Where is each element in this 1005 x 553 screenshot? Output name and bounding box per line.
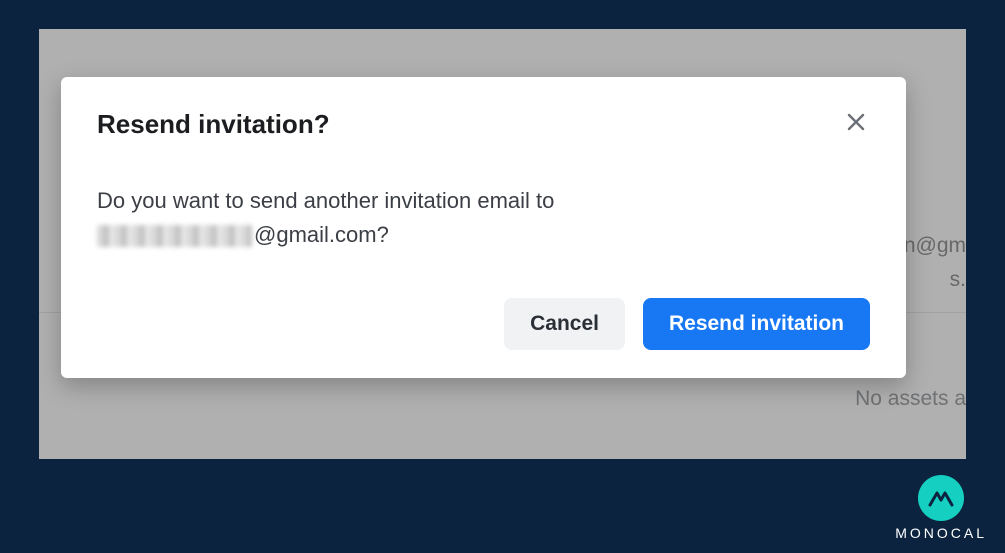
dialog-title: Resend invitation?: [97, 109, 330, 140]
redacted-email-local-part: [97, 225, 252, 247]
app-frame: n@gm s. No assets a Resend invitation? D…: [39, 29, 966, 459]
brand-logo-icon: [918, 475, 964, 521]
brand-name: MONOCAL: [895, 525, 987, 541]
resend-invitation-button[interactable]: Resend invitation: [643, 298, 870, 350]
close-button[interactable]: [842, 109, 870, 137]
dialog-email-domain: @gmail.com?: [254, 222, 389, 247]
resend-invitation-dialog: Resend invitation? Do you want to send a…: [61, 77, 906, 378]
dialog-body-prefix: Do you want to send another invitation e…: [97, 188, 554, 213]
brand-watermark: MONOCAL: [895, 475, 987, 541]
dialog-footer: Cancel Resend invitation: [97, 298, 870, 350]
cancel-button[interactable]: Cancel: [504, 298, 625, 350]
dialog-body: Do you want to send another invitation e…: [97, 184, 870, 252]
close-icon: [846, 110, 866, 136]
dialog-header: Resend invitation?: [97, 109, 870, 140]
